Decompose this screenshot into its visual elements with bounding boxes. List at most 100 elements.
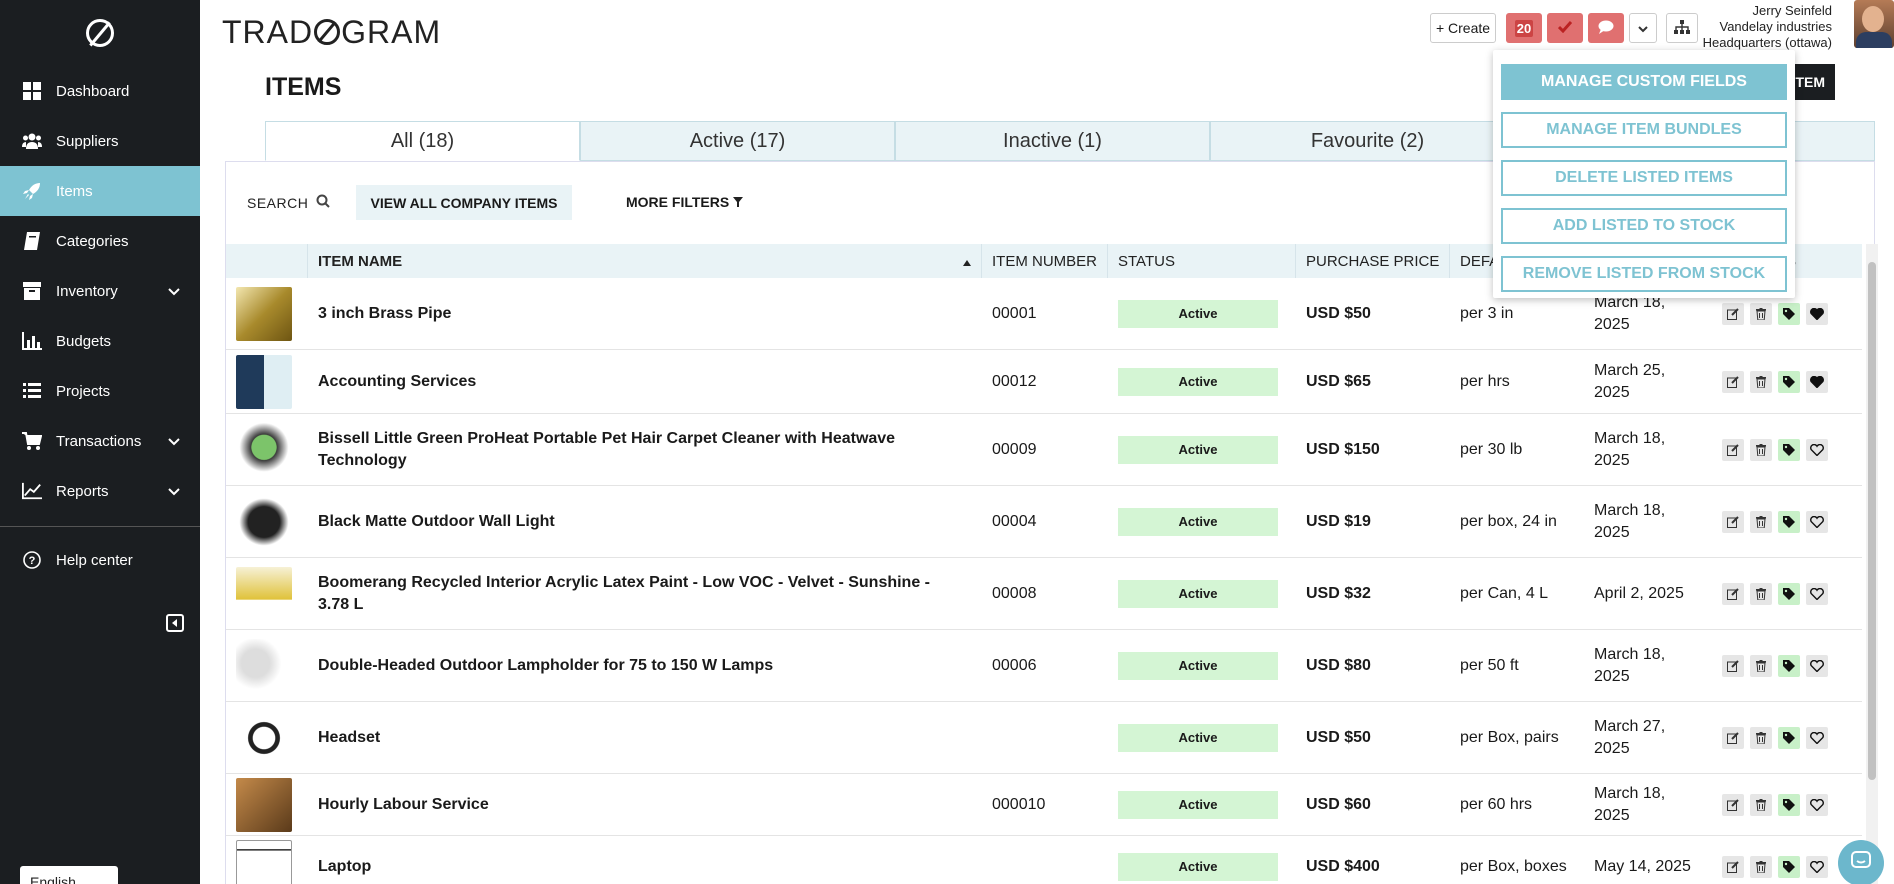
heart-outline-icon[interactable] — [1806, 438, 1828, 461]
sidebar-item-reports[interactable]: Reports — [0, 466, 200, 516]
tag-icon[interactable] — [1778, 438, 1800, 461]
table-row[interactable]: Accounting Services 00012 Active USD $65… — [226, 350, 1862, 414]
item-name[interactable]: Bissell Little Green ProHeat Portable Pe… — [308, 414, 982, 485]
column-header-item-name[interactable]: ITEM NAME — [308, 244, 982, 278]
heart-outline-icon[interactable] — [1806, 793, 1828, 816]
trash-icon[interactable] — [1750, 582, 1772, 605]
more-options-button[interactable] — [1629, 13, 1657, 43]
brand-logo[interactable]: TRAD GRAM — [222, 14, 441, 51]
item-thumbnail[interactable] — [236, 494, 292, 549]
edit-icon[interactable] — [1722, 793, 1744, 816]
view-all-company-items-button[interactable]: VIEW ALL COMPANY ITEMS — [356, 185, 572, 220]
item-name[interactable]: Headset — [308, 702, 982, 773]
sidebar-item-projects[interactable]: Projects — [0, 366, 200, 416]
trash-icon[interactable] — [1750, 370, 1772, 393]
item-name[interactable]: Double-Headed Outdoor Lampholder for 75 … — [308, 630, 982, 701]
trash-icon[interactable] — [1750, 793, 1772, 816]
heart-filled-icon[interactable] — [1806, 370, 1828, 393]
trash-icon[interactable] — [1750, 855, 1772, 878]
search-toggle[interactable]: SEARCH — [247, 194, 331, 211]
tag-icon[interactable] — [1778, 302, 1800, 325]
add-listed-to-stock-button[interactable]: ADD LISTED TO STOCK — [1501, 208, 1787, 244]
item-thumbnail[interactable] — [236, 354, 292, 409]
edit-icon[interactable] — [1722, 370, 1744, 393]
sidebar-logo[interactable] — [0, 0, 200, 66]
item-name[interactable]: Boomerang Recycled Interior Acrylic Late… — [308, 558, 982, 629]
column-header-purchase-price[interactable]: PURCHASE PRICE — [1296, 244, 1450, 278]
item-name[interactable]: Black Matte Outdoor Wall Light — [308, 486, 982, 557]
manage-custom-fields-button[interactable]: MANAGE CUSTOM FIELDS — [1501, 64, 1787, 100]
item-thumbnail[interactable] — [236, 422, 292, 477]
avatar[interactable] — [1854, 0, 1894, 48]
scrollbar-thumb[interactable] — [1868, 262, 1876, 780]
item-thumbnail[interactable] — [236, 566, 292, 621]
delete-listed-items-button[interactable]: DELETE LISTED ITEMS — [1501, 160, 1787, 196]
heart-outline-icon[interactable] — [1806, 726, 1828, 749]
item-thumbnail[interactable] — [236, 710, 292, 765]
item-thumbnail[interactable] — [236, 286, 292, 341]
edit-icon[interactable] — [1722, 855, 1744, 878]
heart-outline-icon[interactable] — [1806, 582, 1828, 605]
remove-listed-from-stock-button[interactable]: REMOVE LISTED FROM STOCK — [1501, 256, 1787, 292]
item-name[interactable]: Accounting Services — [308, 350, 982, 413]
sidebar-item-suppliers[interactable]: Suppliers — [0, 116, 200, 166]
table-row[interactable]: Headset Active USD $50 per Box, pairs Ma… — [226, 702, 1862, 774]
heart-outline-icon[interactable] — [1806, 510, 1828, 533]
item-thumbnail[interactable] — [236, 777, 292, 832]
trash-icon[interactable] — [1750, 726, 1772, 749]
column-header-status[interactable]: STATUS — [1108, 244, 1296, 278]
tag-icon[interactable] — [1778, 793, 1800, 816]
user-info[interactable]: Jerry Seinfeld Vandelay industries Headq… — [1703, 3, 1832, 51]
edit-icon[interactable] — [1722, 302, 1744, 325]
trash-icon[interactable] — [1750, 302, 1772, 325]
sidebar-item-help-center[interactable]: ? Help center — [0, 535, 200, 585]
sidebar-item-budgets[interactable]: Budgets — [0, 316, 200, 366]
table-scrollbar[interactable] — [1866, 244, 1878, 884]
item-thumbnail[interactable] — [236, 839, 292, 884]
tab-active[interactable]: Active (17) — [580, 121, 895, 161]
language-selector[interactable]: English — [20, 866, 118, 884]
trash-icon[interactable] — [1750, 510, 1772, 533]
tag-icon[interactable] — [1778, 726, 1800, 749]
edit-icon[interactable] — [1722, 726, 1744, 749]
table-row[interactable]: Double-Headed Outdoor Lampholder for 75 … — [226, 630, 1862, 702]
support-chat-button[interactable] — [1838, 840, 1884, 884]
table-row[interactable]: Laptop Active USD $400 per Box, boxes Ma… — [226, 836, 1862, 884]
more-filters-button[interactable]: MORE FILTERS — [626, 194, 744, 210]
item-name[interactable]: Laptop — [308, 836, 982, 884]
manage-item-bundles-button[interactable]: MANAGE ITEM BUNDLES — [1501, 112, 1787, 148]
tab-inactive[interactable]: Inactive (1) — [895, 121, 1210, 161]
collapse-sidebar-icon[interactable] — [166, 614, 184, 632]
heart-outline-icon[interactable] — [1806, 855, 1828, 878]
notifications-button[interactable]: 20 — [1506, 13, 1542, 43]
tag-icon[interactable] — [1778, 855, 1800, 878]
org-chart-button[interactable] — [1666, 13, 1698, 43]
tag-icon[interactable] — [1778, 510, 1800, 533]
edit-icon[interactable] — [1722, 510, 1744, 533]
sidebar-item-categories[interactable]: Categories — [0, 216, 200, 266]
messages-button[interactable] — [1588, 13, 1624, 43]
item-name[interactable]: Hourly Labour Service — [308, 774, 982, 835]
column-header-item-number[interactable]: ITEM NUMBER — [982, 244, 1108, 278]
tag-icon[interactable] — [1778, 370, 1800, 393]
edit-icon[interactable] — [1722, 582, 1744, 605]
heart-outline-icon[interactable] — [1806, 654, 1828, 677]
tab-favourite[interactable]: Favourite (2) — [1210, 121, 1525, 161]
table-row[interactable]: Boomerang Recycled Interior Acrylic Late… — [226, 558, 1862, 630]
tag-icon[interactable] — [1778, 654, 1800, 677]
create-button[interactable]: + Create — [1430, 13, 1496, 43]
tab-all[interactable]: All (18) — [265, 121, 580, 161]
heart-filled-icon[interactable] — [1806, 302, 1828, 325]
table-row[interactable]: Bissell Little Green ProHeat Portable Pe… — [226, 414, 1862, 486]
item-thumbnail[interactable] — [236, 638, 292, 693]
sidebar-item-transactions[interactable]: Transactions — [0, 416, 200, 466]
table-row[interactable]: Hourly Labour Service 000010 Active USD … — [226, 774, 1862, 836]
sidebar-item-dashboard[interactable]: Dashboard — [0, 66, 200, 116]
item-name[interactable]: 3 inch Brass Pipe — [308, 278, 982, 349]
sidebar-item-items[interactable]: Items — [0, 166, 200, 216]
trash-icon[interactable] — [1750, 438, 1772, 461]
table-row[interactable]: Black Matte Outdoor Wall Light 00004 Act… — [226, 486, 1862, 558]
tag-icon[interactable] — [1778, 582, 1800, 605]
edit-icon[interactable] — [1722, 438, 1744, 461]
trash-icon[interactable] — [1750, 654, 1772, 677]
